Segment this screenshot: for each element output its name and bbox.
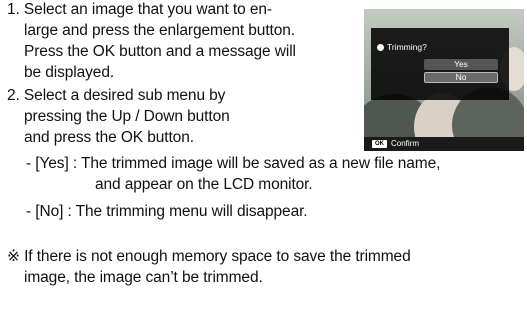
dialog-title: Trimming? — [387, 42, 427, 52]
step-1-line-1: 1. Select an image that you want to en- — [7, 1, 272, 18]
info-icon — [377, 44, 384, 51]
trimming-dialog: Trimming? Yes No — [371, 28, 509, 100]
option-no-line-1: - [No] : The trimming menu will disappea… — [26, 203, 308, 220]
step-1-line-4: be displayed. — [24, 64, 115, 81]
note-line-1: ※ If there is not enough memory space to… — [7, 248, 411, 265]
step-2-line-2: pressing the Up / Down button — [24, 108, 230, 125]
option-yes-line-2: and appear on the LCD monitor. — [95, 176, 313, 193]
lcd-screen-illustration: Trimming? Yes No OK Confirm — [364, 9, 524, 151]
manual-page: 1. Select an image that you want to en- … — [0, 0, 527, 312]
step-1-line-3: Press the OK button and a message will — [24, 43, 296, 60]
lcd-bottom-bar: OK Confirm — [364, 137, 524, 151]
step-2-line-3: and press the OK button. — [24, 129, 194, 146]
ok-key-icon: OK — [372, 140, 387, 148]
confirm-label: Confirm — [391, 139, 420, 148]
note-line-2: image, the image can’t be trimmed. — [24, 269, 263, 286]
option-yes-line-1: - [Yes] : The trimmed image will be save… — [26, 155, 441, 172]
option-no[interactable]: No — [424, 72, 498, 83]
step-1-line-2: large and press the enlargement button. — [24, 22, 295, 39]
option-yes[interactable]: Yes — [424, 59, 498, 70]
step-2-line-1: 2. Select a desired sub menu by — [7, 87, 226, 104]
